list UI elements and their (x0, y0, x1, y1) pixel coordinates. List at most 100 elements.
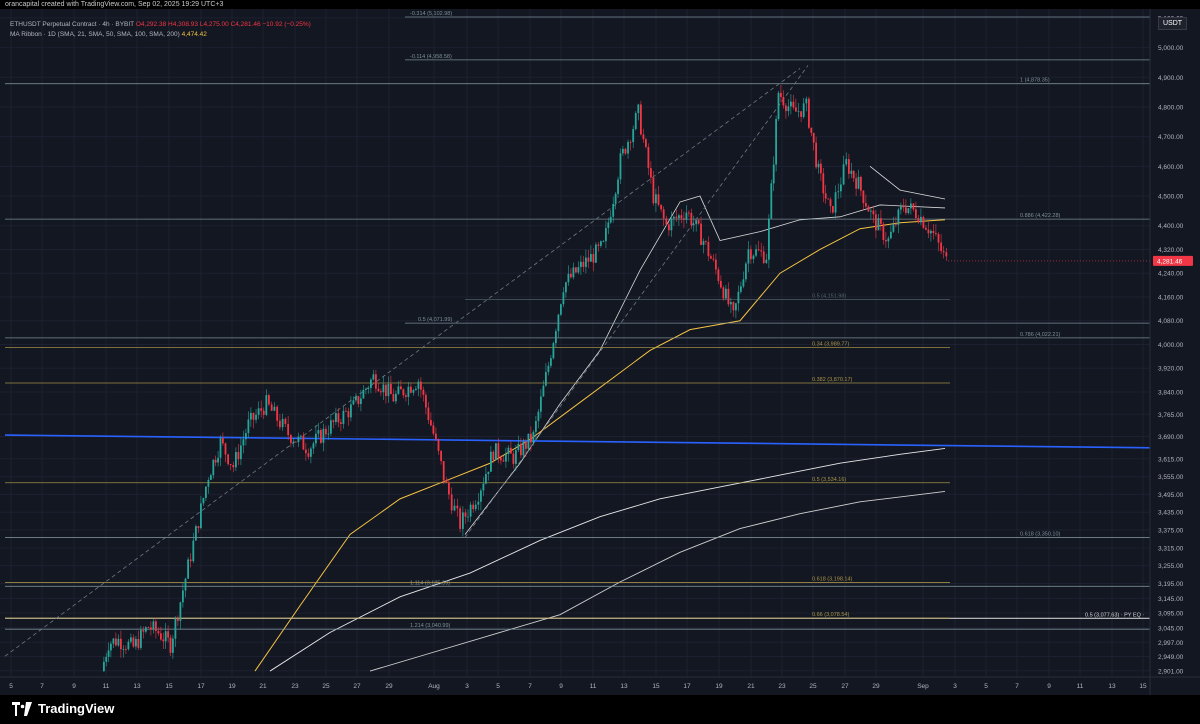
candle-body (755, 249, 757, 256)
ohlc-low: L4,275.00 (199, 21, 229, 28)
channel-line (4, 68, 801, 657)
candle-body (710, 256, 712, 259)
candle-body (453, 505, 456, 511)
candle-body (297, 436, 300, 443)
candle-body (375, 374, 377, 389)
fib-level-label: 0.5 (3,077.63) · PY EQ · (1085, 612, 1144, 618)
candle-body (242, 439, 245, 446)
ohlc-change: −10.92 (−0.25%) (262, 21, 311, 28)
candle-body (120, 638, 122, 650)
candle-body (930, 230, 932, 234)
candle-body (662, 209, 665, 219)
candle-body (279, 420, 281, 428)
time-tick-label: 5 (984, 683, 988, 690)
candle-body (130, 637, 132, 642)
candle-body (675, 216, 678, 219)
candle-body (850, 170, 853, 174)
candle-body (624, 148, 627, 154)
candle-body (782, 96, 785, 106)
candle-body (695, 220, 698, 225)
candle-body (572, 267, 575, 278)
candle-body (335, 413, 337, 422)
candle-body (845, 159, 848, 165)
candle-body (205, 486, 207, 498)
symbol-line: ETHUSDT Perpetual Contract · 4h · BYBIT … (10, 20, 311, 30)
candle-body (395, 393, 397, 402)
time-tick-label: 11 (103, 683, 110, 690)
legend: ETHUSDT Perpetual Contract · 4h · BYBIT … (10, 20, 311, 40)
price-chart[interactable]: -0.314 (5,102.98) -0.114 (4,958.58) 1 (4,8… (0, 9, 1200, 695)
price-tick-label: 3,195.00 (1158, 581, 1184, 588)
candle-body (915, 209, 917, 219)
tradingview-logo-icon (12, 701, 32, 716)
candle-body (462, 512, 464, 529)
candle-body (103, 661, 105, 672)
candle-body (492, 451, 495, 460)
candle-body (870, 210, 872, 212)
candle-body (300, 435, 302, 437)
candle-body (270, 404, 273, 411)
candle-body (112, 638, 115, 644)
price-tick-label: 3,615.00 (1158, 456, 1184, 463)
ma-50-line (254, 219, 946, 672)
candle-body (415, 388, 417, 391)
candle-body (634, 113, 637, 130)
candle-body (570, 273, 572, 278)
candle-body (157, 631, 160, 634)
time-tick-label: 13 (620, 683, 628, 690)
candle-body (745, 263, 747, 280)
candle-body (768, 218, 770, 260)
candle-body (184, 578, 187, 591)
candle-body (240, 445, 242, 460)
candle-body (522, 441, 525, 456)
candle-body (602, 241, 605, 242)
price-tick-label: 3,145.00 (1158, 596, 1184, 603)
candle-body (575, 267, 577, 273)
candle-body (382, 384, 385, 393)
price-tick-label: 3,765.00 (1158, 412, 1184, 419)
time-tick-label: 17 (683, 683, 691, 690)
candle-body (281, 418, 284, 428)
candle-body (459, 508, 461, 529)
fib-level-label: 0.382 (3,870.17) (812, 377, 853, 383)
currency-badge[interactable]: USDT (1158, 17, 1188, 30)
candle-body (145, 627, 147, 632)
candle-body (255, 414, 257, 420)
candle-body (545, 372, 547, 386)
candle-body (177, 618, 179, 621)
candle-body (217, 457, 219, 463)
candle-body (895, 223, 897, 225)
candle-body (832, 206, 834, 213)
candle-body (848, 159, 850, 174)
candle-body (227, 454, 229, 465)
candle-body (645, 139, 647, 147)
candle-body (632, 129, 635, 143)
time-tick-label: 3 (465, 683, 469, 690)
candle-body (427, 407, 430, 421)
candle-body (690, 212, 693, 226)
candle-body (137, 638, 140, 648)
candle-body (607, 222, 610, 229)
candle-body (527, 433, 530, 449)
candle-body (464, 512, 467, 517)
candle-body (200, 503, 202, 529)
candle-body (547, 365, 550, 373)
candle-body (890, 231, 892, 239)
price-tick-label: 4,400.00 (1158, 223, 1184, 230)
candle-body (317, 430, 320, 434)
ma-line: MA Ribbon · 1D (SMA, 21, SMA, 50, SMA, 1… (10, 30, 311, 40)
time-tick-label: 3 (953, 683, 957, 690)
candle-body (352, 400, 355, 405)
candle-body (777, 92, 780, 120)
candle-body (135, 638, 137, 647)
candle-body (760, 250, 763, 252)
candle-body (192, 540, 195, 562)
candle-body (360, 398, 362, 404)
candle-body (525, 441, 527, 449)
chart-svg[interactable]: -0.314 (5,102.98) -0.114 (4,958.58) 1 (4,8… (0, 9, 1200, 695)
candle-body (407, 386, 410, 397)
ma-ribbon-label: MA Ribbon · 1D (SMA, 21, SMA, 50, SMA, 1… (10, 31, 180, 38)
candle-body (605, 228, 607, 242)
candle-body (367, 387, 370, 389)
candles (103, 85, 1150, 673)
